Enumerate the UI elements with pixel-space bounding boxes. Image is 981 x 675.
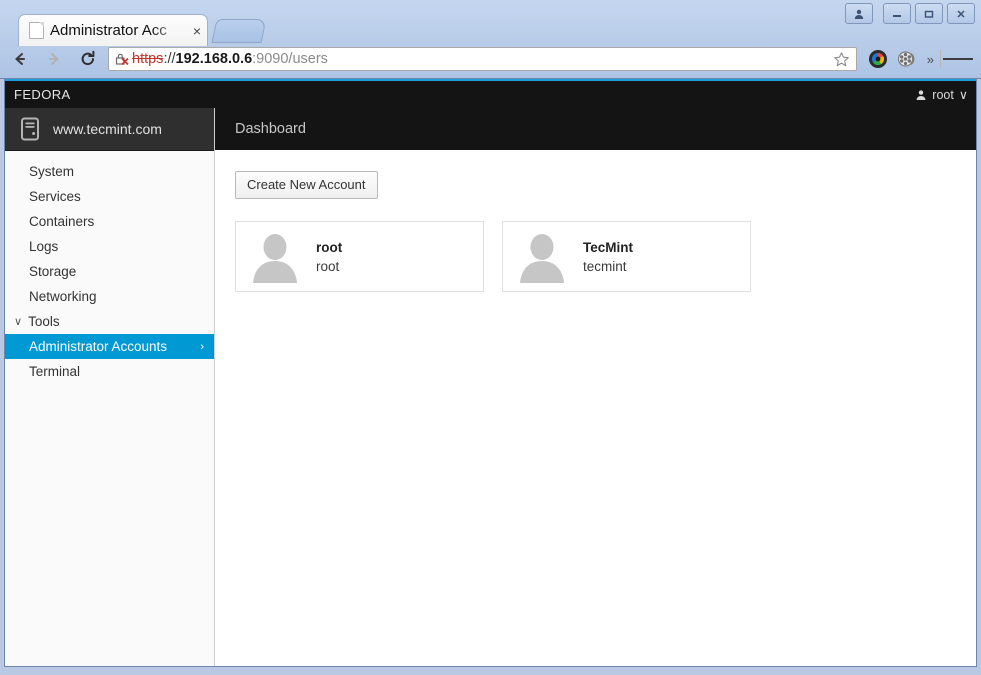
- user-avatar-icon: [517, 231, 567, 283]
- account-name: TecMint: [583, 240, 633, 255]
- sidebar-item-label: Networking: [29, 289, 97, 304]
- sidebar-item-label: Terminal: [29, 364, 80, 379]
- window-frame-left: [0, 79, 5, 675]
- sidebar-item-networking[interactable]: Networking: [5, 284, 214, 309]
- window-frame-bottom: [0, 666, 981, 675]
- app-top-bar: FEDORA root ∨: [5, 81, 976, 108]
- reload-icon: [79, 50, 97, 68]
- browser-toolbar: https://192.168.0.6:9090/users: [0, 42, 981, 76]
- server-icon: [19, 116, 41, 142]
- person-icon: [915, 89, 927, 101]
- sidebar-item-label: System: [29, 164, 74, 179]
- back-arrow-icon: [11, 50, 29, 68]
- sidebar: www.tecmint.com System Services Containe…: [5, 108, 215, 666]
- extension-film-button[interactable]: [893, 45, 923, 73]
- account-info: TecMint tecmint: [583, 240, 633, 274]
- sidebar-nav: System Services Containers Logs Storage: [5, 151, 214, 384]
- account-username: tecmint: [583, 259, 633, 274]
- star-icon[interactable]: [833, 51, 850, 68]
- host-name: www.tecmint.com: [53, 121, 162, 137]
- sidebar-item-logs[interactable]: Logs: [5, 234, 214, 259]
- hamburger-icon: [943, 58, 953, 60]
- reload-button[interactable]: [74, 45, 102, 73]
- insecure-lock-icon[interactable]: [114, 51, 130, 67]
- account-card[interactable]: root root: [235, 221, 484, 292]
- sidebar-item-system[interactable]: System: [5, 159, 214, 184]
- tab-title: Administrator Acc: [50, 22, 191, 39]
- url-separator: ://: [163, 51, 175, 67]
- hamburger-icon: [953, 58, 963, 60]
- content-header: Dashboard: [215, 108, 976, 150]
- url-text: https://192.168.0.6:9090/users: [132, 51, 829, 67]
- chevron-down-icon: ∨: [14, 315, 22, 328]
- main-content: Dashboard Create New Account root r: [215, 108, 976, 666]
- url-host: 192.168.0.6: [176, 51, 253, 67]
- chevron-right-icon: ›: [200, 341, 204, 353]
- create-new-account-button[interactable]: Create New Account: [235, 171, 378, 199]
- sidebar-item-label: Containers: [29, 214, 94, 229]
- browser-window: Administrator Acc ×: [0, 0, 981, 675]
- sidebar-item-label: Storage: [29, 264, 76, 279]
- chevron-down-icon: ∨: [959, 87, 968, 102]
- user-menu-label: root: [932, 88, 954, 102]
- accounts-list: root root TecMint tecmint: [235, 221, 976, 292]
- sidebar-item-label: Logs: [29, 239, 58, 254]
- sidebar-item-label: Services: [29, 189, 81, 204]
- brand-label: FEDORA: [14, 87, 71, 102]
- url-path: :9090/users: [252, 51, 328, 67]
- sidebar-item-label: Administrator Accounts: [29, 339, 167, 354]
- window-frame-right: [976, 79, 981, 675]
- page-title: Dashboard: [235, 121, 306, 137]
- account-name: root: [316, 240, 342, 255]
- film-reel-icon: [897, 49, 918, 69]
- forward-arrow-icon: [45, 50, 63, 68]
- user-avatar-icon: [250, 231, 300, 283]
- url-scheme: https: [132, 51, 163, 67]
- content-body: Create New Account root root: [215, 150, 976, 292]
- toolbar-divider: [940, 50, 941, 68]
- page-icon: [29, 22, 44, 39]
- sidebar-group-tools[interactable]: ∨ Tools: [5, 309, 214, 334]
- sidebar-item-storage[interactable]: Storage: [5, 259, 214, 284]
- browser-menu-button[interactable]: [943, 56, 973, 62]
- sidebar-item-containers[interactable]: Containers: [5, 209, 214, 234]
- tab-close-icon[interactable]: ×: [193, 24, 201, 38]
- hamburger-icon: [963, 58, 973, 60]
- forward-button[interactable]: [40, 45, 68, 73]
- browser-chrome: Administrator Acc ×: [0, 0, 981, 79]
- account-info: root root: [316, 240, 342, 274]
- user-menu[interactable]: root ∨: [915, 87, 968, 102]
- address-bar[interactable]: https://192.168.0.6:9090/users: [108, 47, 857, 71]
- host-selector[interactable]: www.tecmint.com: [5, 108, 214, 151]
- new-tab-button[interactable]: [211, 19, 266, 43]
- page-viewport: FEDORA root ∨ www.: [5, 79, 976, 666]
- colorful-circle-icon: [868, 49, 888, 69]
- app-body: www.tecmint.com System Services Containe…: [5, 108, 976, 666]
- sidebar-item-administrator-accounts[interactable]: Administrator Accounts ›: [5, 334, 214, 359]
- back-button[interactable]: [6, 45, 34, 73]
- sidebar-item-services[interactable]: Services: [5, 184, 214, 209]
- toolbar-overflow-button[interactable]: »: [923, 52, 938, 67]
- sidebar-item-label: Tools: [28, 314, 60, 329]
- account-card[interactable]: TecMint tecmint: [502, 221, 751, 292]
- account-username: root: [316, 259, 342, 274]
- sidebar-item-terminal[interactable]: Terminal: [5, 359, 214, 384]
- extension-colorful-button[interactable]: [863, 45, 893, 73]
